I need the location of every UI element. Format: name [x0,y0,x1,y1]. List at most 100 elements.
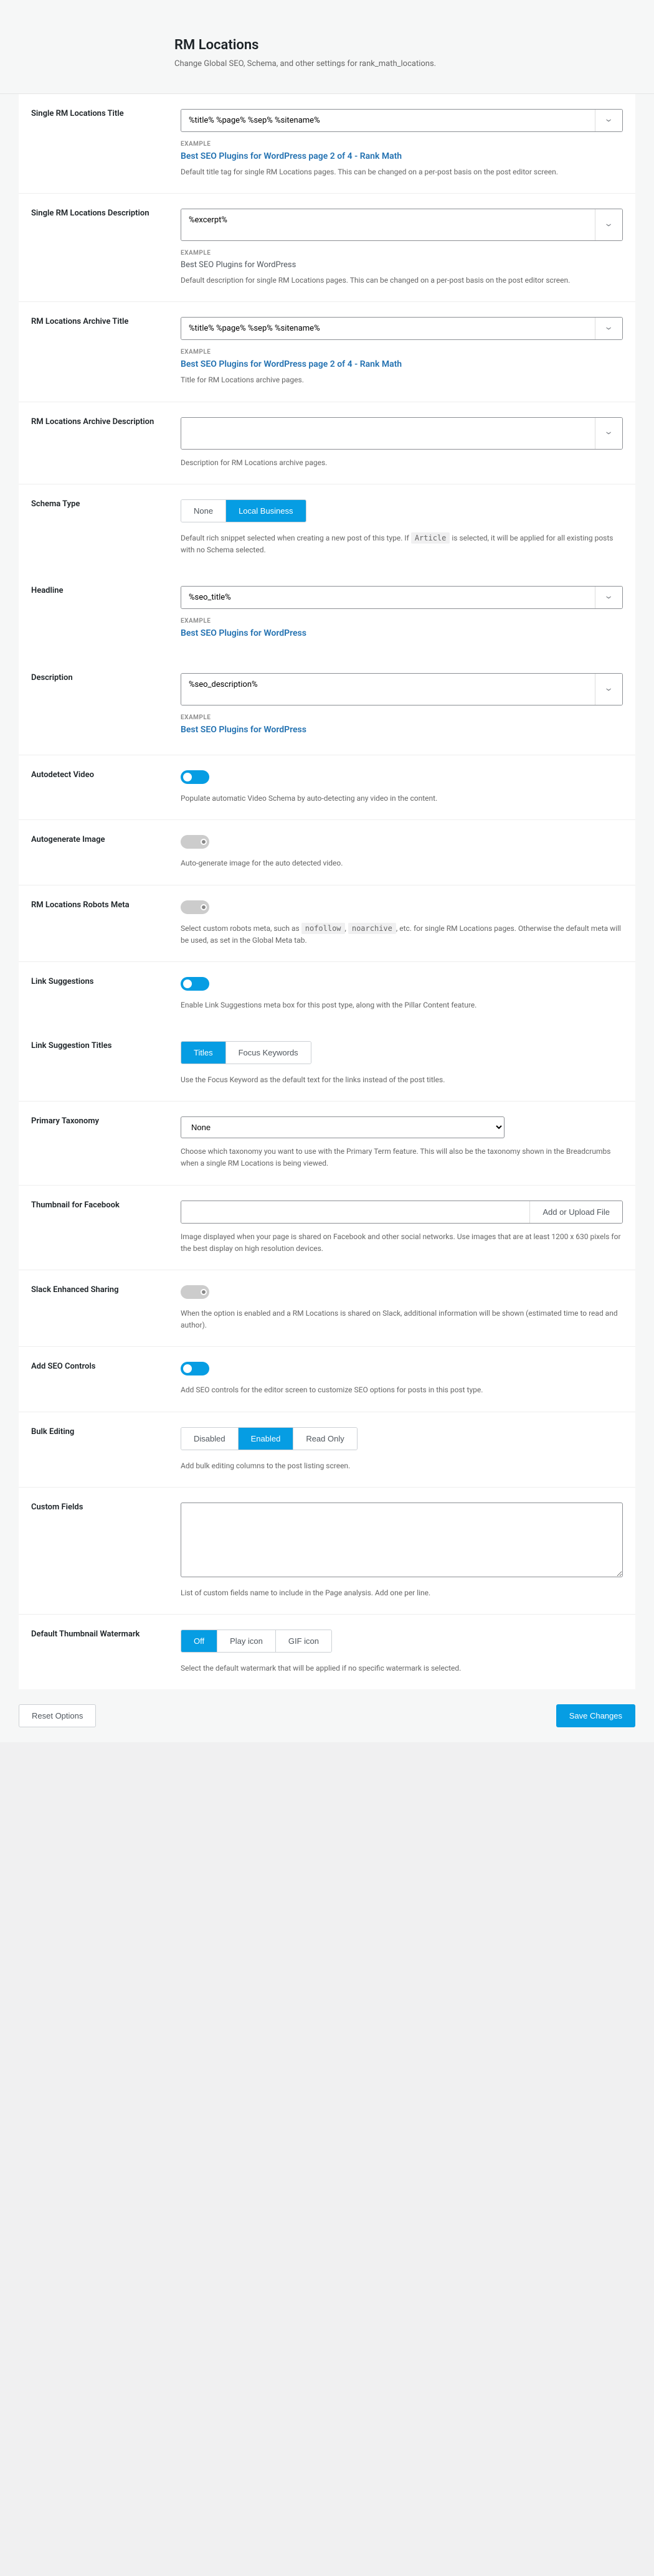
example-label: EXAMPLE [181,349,623,356]
autogen-image-help: Auto-generate image for the auto detecte… [181,857,623,869]
field-archive-desc: RM Locations Archive Description Descrip… [19,402,635,484]
toggle-knob-icon [201,1289,207,1295]
reset-options-button[interactable]: Reset Options [19,1704,96,1727]
autogen-image-toggle[interactable] [181,835,209,849]
description-input[interactable]: %seo_description% [181,674,595,705]
label-custom-fields: Custom Fields [31,1503,181,1599]
primary-taxonomy-select[interactable]: None [181,1116,505,1138]
label-robots-meta: RM Locations Robots Meta [31,900,181,946]
label-primary-taxonomy: Primary Taxonomy [31,1116,181,1169]
single-title-variables-dropdown[interactable] [595,110,622,131]
label-thumbnail-fb: Thumbnail for Facebook [31,1201,181,1255]
single-desc-example: Best SEO Plugins for WordPress [181,260,623,270]
label-seo-controls: Add SEO Controls [31,1362,181,1396]
page-title: RM Locations [174,37,623,53]
label-link-suggestions: Link Suggestions [31,977,181,1011]
label-autodetect-video: Autodetect Video [31,770,181,804]
slack-sharing-toggle[interactable] [181,1285,209,1299]
seo-controls-toggle[interactable] [181,1362,209,1375]
autodetect-video-toggle[interactable] [181,770,209,784]
save-changes-button[interactable]: Save Changes [556,1704,635,1727]
thumbnail-fb-wrap: Add or Upload File [181,1201,623,1224]
toggle-knob-icon [201,904,207,910]
description-variables-dropdown[interactable] [595,674,622,705]
single-desc-input-wrap: %excerpt% [181,209,623,241]
description-input-wrap: %seo_description% [181,673,623,705]
bulk-editing-readonly[interactable]: Read Only [293,1428,356,1450]
bulk-editing-disabled[interactable]: Disabled [181,1428,239,1450]
field-custom-fields: Custom Fields List of custom fields name… [19,1488,635,1615]
label-headline: Headline [31,586,181,643]
link-suggestion-titles-group: Titles Focus Keywords [181,1041,311,1064]
label-schema-type: Schema Type [31,499,181,556]
bulk-editing-group: Disabled Enabled Read Only [181,1427,358,1450]
page-subtitle: Change Global SEO, Schema, and other set… [174,59,623,68]
thumbnail-fb-input[interactable] [181,1201,529,1223]
watermark-off[interactable]: Off [181,1630,217,1652]
label-single-title: Single RM Locations Title [31,109,181,178]
link-suggestion-titles-titles[interactable]: Titles [181,1042,226,1064]
chevron-down-icon [607,683,610,696]
watermark-group: Off Play icon GIF icon [181,1630,332,1653]
single-desc-variables-dropdown[interactable] [595,209,622,240]
watermark-gif-icon[interactable]: GIF icon [276,1630,331,1652]
watermark-help: Select the default watermark that will b… [181,1663,623,1674]
autodetect-video-help: Populate automatic Video Schema by auto-… [181,793,623,804]
field-single-title: Single RM Locations Title EXAMPLE Best S… [19,94,635,194]
field-autogen-image: Autogenerate Image Auto-generate image f… [19,820,635,885]
archive-desc-input[interactable] [181,418,595,449]
label-link-suggestion-titles: Link Suggestion Titles [31,1041,181,1086]
thumbnail-fb-upload-button[interactable]: Add or Upload File [529,1201,622,1223]
example-label: EXAMPLE [181,714,623,721]
archive-desc-variables-dropdown[interactable] [595,418,622,449]
description-example[interactable]: Best SEO Plugins for WordPress [181,725,306,735]
single-title-example[interactable]: Best SEO Plugins for WordPress page 2 of… [181,151,402,161]
archive-title-variables-dropdown[interactable] [595,318,622,339]
archive-desc-help: Description for RM Locations archive pag… [181,457,623,469]
watermark-play-icon[interactable]: Play icon [217,1630,276,1652]
label-archive-desc: RM Locations Archive Description [31,417,181,469]
field-primary-taxonomy: Primary Taxonomy None Choose which taxon… [19,1102,635,1185]
label-archive-title: RM Locations Archive Title [31,317,181,386]
bulk-editing-enabled[interactable]: Enabled [239,1428,294,1450]
headline-variables-dropdown[interactable] [595,587,622,608]
field-single-desc: Single RM Locations Description %excerpt… [19,194,635,302]
settings-form: Single RM Locations Title EXAMPLE Best S… [19,94,635,1689]
label-watermark: Default Thumbnail Watermark [31,1630,181,1674]
field-schema-type: Schema Type None Local Business Default … [19,484,635,571]
label-autogen-image: Autogenerate Image [31,835,181,869]
headline-input[interactable] [181,587,595,608]
label-description: Description [31,673,181,740]
single-title-input[interactable] [181,110,595,131]
example-label: EXAMPLE [181,618,623,625]
field-headline: Headline EXAMPLE Best SEO Plugins for Wo… [19,571,635,658]
chevron-down-icon [607,219,610,232]
label-single-desc: Single RM Locations Description [31,209,181,286]
field-link-suggestions: Link Suggestions Enable Link Suggestions… [19,962,635,1026]
archive-title-example[interactable]: Best SEO Plugins for WordPress page 2 of… [181,359,402,369]
page-header: RM Locations Change Global SEO, Schema, … [0,0,654,94]
link-suggestions-toggle[interactable] [181,977,209,991]
archive-title-help: Title for RM Locations archive pages. [181,374,623,386]
field-link-suggestion-titles: Link Suggestion Titles Titles Focus Keyw… [19,1026,635,1102]
custom-fields-input[interactable] [181,1503,623,1577]
schema-type-local-business[interactable]: Local Business [226,500,305,522]
link-suggestion-titles-focus[interactable]: Focus Keywords [226,1042,311,1064]
field-thumbnail-fb: Thumbnail for Facebook Add or Upload Fil… [19,1186,635,1270]
archive-title-input[interactable] [181,318,595,339]
headline-input-wrap [181,586,623,609]
field-autodetect-video: Autodetect Video Populate automatic Vide… [19,755,635,820]
archive-title-input-wrap [181,317,623,340]
chevron-down-icon [607,322,610,335]
label-bulk-editing: Bulk Editing [31,1427,181,1472]
schema-type-none[interactable]: None [181,500,226,522]
single-desc-input[interactable]: %excerpt% [181,209,595,240]
slack-sharing-help: When the option is enabled and a RM Loca… [181,1308,623,1331]
headline-example[interactable]: Best SEO Plugins for WordPress [181,628,306,638]
settings-page: RM Locations Change Global SEO, Schema, … [0,0,654,1742]
chevron-down-icon [607,427,610,440]
primary-taxonomy-help: Choose which taxonomy you want to use wi… [181,1146,623,1169]
toggle-knob-icon [183,979,192,988]
toggle-knob-icon [201,839,207,845]
robots-meta-toggle[interactable] [181,900,209,914]
